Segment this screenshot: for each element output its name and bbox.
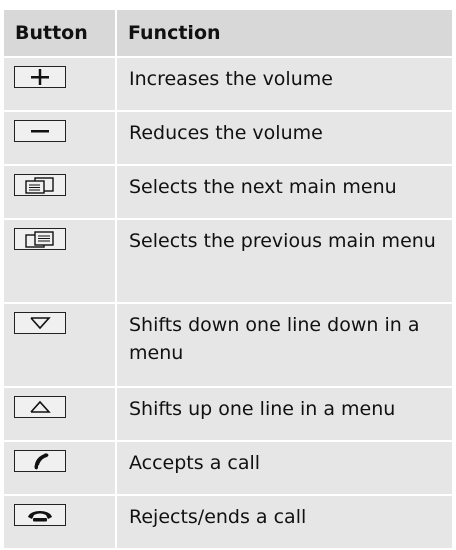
function-cell: Accepts a call xyxy=(116,441,452,496)
button-cell xyxy=(4,303,117,388)
function-cell: Selects the previous main menu xyxy=(116,219,452,304)
table-row: Selects the next main menu xyxy=(4,165,452,220)
table-row: Rejects/ends a call xyxy=(4,495,452,550)
minus-icon xyxy=(14,120,66,142)
function-cell: Shifts down one line down in a menu xyxy=(116,303,452,388)
plus-icon xyxy=(14,66,66,88)
table-row: Shifts up one line in a menu xyxy=(4,387,452,442)
previous-menu-icon xyxy=(14,228,66,250)
table-row: Shifts down one line down in a menu xyxy=(4,303,452,388)
button-cell xyxy=(4,495,117,550)
table-row: Reduces the volume xyxy=(4,111,452,166)
down-arrow-icon xyxy=(14,312,66,334)
function-cell: Rejects/ends a call xyxy=(116,495,452,550)
reject-call-icon xyxy=(14,504,66,526)
button-cell xyxy=(4,387,117,442)
button-cell xyxy=(4,165,117,220)
function-cell: Increases the volume xyxy=(116,57,452,112)
function-cell: Selects the next main menu xyxy=(116,165,452,220)
table-row: Selects the previous main menu xyxy=(4,219,452,304)
accept-call-icon xyxy=(14,450,66,472)
button-function-table-wrapper: Button Function Increases the volume Red… xyxy=(4,10,454,550)
table-row: Increases the volume xyxy=(4,57,452,112)
button-cell xyxy=(4,219,117,304)
header-button: Button xyxy=(4,10,117,58)
next-menu-icon xyxy=(14,174,66,196)
table-header-row: Button Function xyxy=(4,10,452,58)
function-cell: Reduces the volume xyxy=(116,111,452,166)
button-cell xyxy=(4,57,117,112)
header-function: Function xyxy=(116,10,452,58)
button-cell xyxy=(4,441,117,496)
table-row: Accepts a call xyxy=(4,441,452,496)
button-cell xyxy=(4,111,117,166)
button-function-table: Button Function Increases the volume Red… xyxy=(4,10,452,550)
function-cell: Shifts up one line in a menu xyxy=(116,387,452,442)
up-arrow-icon xyxy=(14,396,66,418)
